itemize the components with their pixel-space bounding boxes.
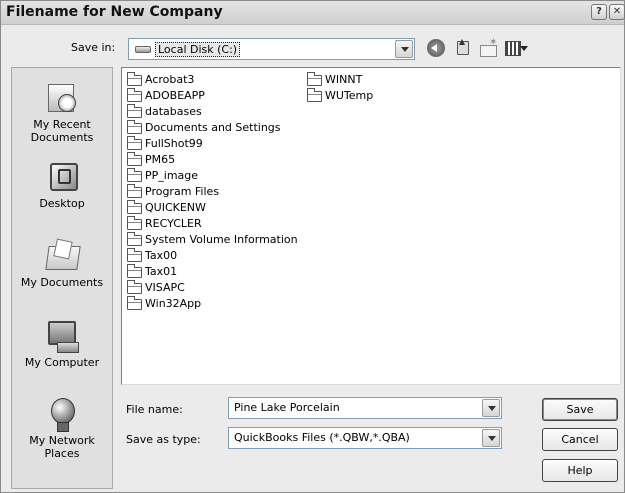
file-name: WINNT — [325, 73, 363, 86]
folder-icon — [127, 72, 142, 86]
place-label: My Computer — [24, 356, 100, 369]
list-item[interactable]: Acrobat3 — [125, 72, 194, 88]
folder-icon — [127, 280, 142, 294]
chevron-down-icon[interactable] — [395, 40, 413, 58]
drive-icon — [135, 46, 151, 53]
place-label: My Documents — [20, 276, 104, 289]
savein-dropdown[interactable]: Local Disk (C:) — [128, 38, 415, 60]
folder-icon — [127, 88, 142, 102]
file-name: RECYCLER — [145, 217, 202, 230]
file-name: PM65 — [145, 153, 176, 166]
place-my-computer[interactable]: My Computer — [12, 320, 112, 369]
list-item[interactable]: WUTemp — [305, 88, 373, 104]
window-title: Filename for New Company — [6, 4, 223, 20]
file-name: Acrobat3 — [145, 73, 195, 86]
back-icon[interactable] — [427, 39, 445, 57]
file-name: QUICKENW — [145, 201, 206, 214]
folder-icon — [127, 216, 142, 230]
close-icon[interactable]: ✕ — [609, 4, 625, 20]
folder-icon — [127, 296, 142, 310]
list-item[interactable]: RECYCLER — [125, 216, 202, 232]
file-name: System Volume Information — [145, 233, 298, 246]
list-item[interactable]: WINNT — [305, 72, 362, 88]
network-places-icon — [45, 398, 79, 432]
place-label: My Recent — [33, 118, 91, 131]
filename-label: File name: — [126, 403, 183, 416]
file-name: Tax00 — [145, 249, 178, 262]
list-item[interactable]: QUICKENW — [125, 200, 206, 216]
place-desktop[interactable]: Desktop — [12, 161, 112, 210]
file-name: Tax01 — [145, 265, 178, 278]
file-name: FullShot99 — [145, 137, 203, 150]
folder-icon — [127, 168, 142, 182]
folder-icon — [127, 120, 142, 134]
folder-icon — [127, 264, 142, 278]
list-item[interactable]: PM65 — [125, 152, 175, 168]
list-item[interactable]: PP_image — [125, 168, 198, 184]
my-documents-icon — [45, 240, 79, 272]
save-button[interactable]: Save — [542, 398, 618, 421]
list-item[interactable]: Tax01 — [125, 264, 177, 280]
list-item[interactable]: Win32App — [125, 296, 201, 312]
place-my-documents[interactable]: My Documents — [12, 240, 112, 289]
file-list[interactable]: Acrobat3 ADOBEAPP databases Documents an… — [121, 67, 621, 385]
file-name: Program Files — [145, 185, 220, 198]
file-name: WUTemp — [325, 89, 374, 102]
savetype-label: Save as type: — [126, 433, 201, 446]
title-bar[interactable]: Filename for New Company ? ✕ — [1, 1, 625, 25]
list-item[interactable]: FullShot99 — [125, 136, 203, 152]
place-my-network-places[interactable]: My Network Places — [12, 398, 112, 460]
list-item[interactable]: System Volume Information — [125, 232, 298, 248]
list-item[interactable]: ADOBEAPP — [125, 88, 205, 104]
place-my-recent-documents[interactable]: My Recent Documents — [12, 82, 112, 144]
chevron-down-icon[interactable] — [482, 429, 500, 447]
list-item[interactable]: databases — [125, 104, 202, 120]
file-name: databases — [145, 105, 202, 118]
file-name: Documents and Settings — [145, 121, 281, 134]
file-name: Win32App — [145, 297, 202, 310]
list-item[interactable]: Tax00 — [125, 248, 177, 264]
file-name: PP_image — [145, 169, 199, 182]
list-item[interactable]: VISAPC — [125, 280, 185, 296]
folder-icon — [127, 232, 142, 246]
file-name: ADOBEAPP — [145, 89, 205, 102]
views-menu-icon[interactable] — [505, 39, 528, 57]
help-icon[interactable]: ? — [591, 4, 607, 20]
desktop-icon — [45, 161, 79, 193]
place-label: My Network — [29, 434, 95, 447]
my-computer-icon — [45, 320, 79, 353]
new-folder-icon[interactable] — [479, 37, 497, 57]
folder-icon — [307, 88, 322, 102]
savetype-dropdown[interactable]: QuickBooks Files (*.QBW,*.QBA) — [228, 427, 502, 449]
place-label: Places — [44, 447, 80, 460]
chevron-down-icon[interactable] — [482, 399, 500, 417]
folder-icon — [127, 136, 142, 150]
file-name: VISAPC — [145, 281, 185, 294]
save-dialog: Filename for New Company ? ✕ Save in: Lo… — [0, 0, 625, 493]
savetype-value: QuickBooks Files (*.QBW,*.QBA) — [234, 431, 410, 444]
list-item[interactable]: Documents and Settings — [125, 120, 281, 136]
recent-documents-icon — [45, 82, 79, 114]
folder-icon — [127, 248, 142, 262]
savein-label: Save in: — [71, 41, 116, 54]
places-bar: My Recent Documents Desktop My Documents… — [11, 67, 113, 489]
filename-value: Pine Lake Porcelain — [234, 401, 340, 414]
filename-field[interactable]: Pine Lake Porcelain — [228, 397, 502, 419]
cancel-button[interactable]: Cancel — [542, 428, 618, 451]
savein-value: Local Disk (C:) — [155, 42, 241, 57]
place-label: Documents — [30, 131, 94, 144]
place-label: Desktop — [39, 197, 85, 210]
help-button[interactable]: Help — [542, 459, 618, 482]
up-folder-icon[interactable] — [453, 39, 471, 57]
folder-icon — [127, 152, 142, 166]
folder-icon — [307, 72, 322, 86]
folder-icon — [127, 184, 142, 198]
folder-icon — [127, 104, 142, 118]
list-item[interactable]: Program Files — [125, 184, 219, 200]
folder-icon — [127, 200, 142, 214]
